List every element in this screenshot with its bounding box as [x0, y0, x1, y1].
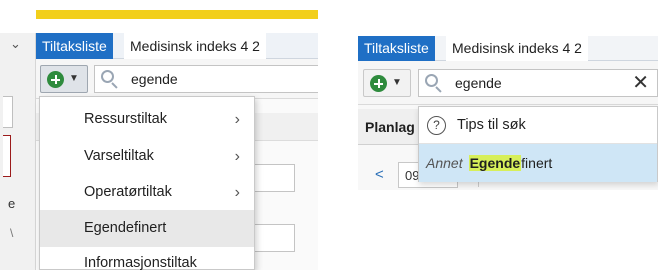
side-text-fragment: \	[10, 226, 14, 240]
tab-medisinsk-indeks[interactable]: Medisinsk indeks 4 2	[124, 33, 266, 59]
caret-down-icon: ▼	[69, 73, 79, 84]
menu-item-label: Operatørtiltak	[84, 184, 172, 200]
clear-search-icon[interactable]: ✕	[632, 72, 649, 94]
caret-down-icon: ▼	[392, 77, 402, 88]
side-field-fragment[interactable]	[3, 96, 13, 128]
tab-medisinsk-indeks[interactable]: Medisinsk indeks 4 2	[446, 36, 588, 61]
search-tips-item[interactable]: ? Tips til søk	[419, 107, 657, 144]
add-circle-icon	[47, 71, 64, 88]
brand-accent-bar	[36, 10, 318, 19]
add-circle-icon	[370, 75, 387, 92]
chevron-right-icon: ›	[234, 111, 240, 128]
add-button[interactable]: ▼	[363, 69, 411, 97]
search-icon	[425, 74, 445, 94]
menu-item-egendefinert[interactable]: Egendefinert	[40, 210, 254, 247]
tab-bar: Tiltaksliste Medisinsk indeks 4 2	[36, 33, 318, 59]
search-suggestions-dropdown: ? Tips til søk Annet Egendefinert	[418, 106, 658, 182]
menu-item-varseltiltak[interactable]: Varseltiltak ›	[40, 138, 254, 175]
search-field[interactable]: egende	[94, 65, 318, 93]
result-remainder: finert	[521, 155, 553, 171]
side-text-fragment: e	[8, 196, 16, 211]
search-field[interactable]: egende ✕	[418, 69, 658, 97]
search-tips-label: Tips til søk	[457, 117, 526, 133]
chevron-right-icon: ›	[234, 184, 240, 201]
right-screenshot-panel: Tiltaksliste Medisinsk indeks 4 2 ▼ egen…	[358, 36, 658, 190]
search-icon	[101, 70, 121, 90]
table-cell-input[interactable]	[251, 224, 295, 252]
menu-item-operatortiltak[interactable]: Operatørtiltak ›	[40, 174, 254, 211]
search-input[interactable]: egende	[455, 75, 502, 91]
tab-bar: Tiltaksliste Medisinsk indeks 4 2	[358, 36, 658, 61]
menu-item-label: Egendefinert	[84, 220, 167, 236]
result-match-highlight: Egende	[468, 155, 522, 171]
share-icon[interactable]: <	[375, 166, 384, 183]
tab-tiltaksliste[interactable]: Tiltaksliste	[358, 36, 435, 61]
result-category: Annet	[426, 155, 463, 171]
add-menu-dropdown: Ressurstiltak › Varseltiltak › Operatørt…	[39, 96, 255, 270]
menu-item-label: Ressurstiltak	[84, 111, 167, 127]
search-result-item[interactable]: Annet Egendefinert	[419, 144, 657, 182]
menu-item-label: Informasjonstiltak	[84, 255, 197, 270]
menu-item-label: Varseltiltak	[84, 148, 154, 164]
side-alert-fragment	[3, 135, 11, 177]
chevron-right-icon: ›	[234, 148, 240, 165]
menu-item-ressurstiltak[interactable]: Ressurstiltak ›	[40, 101, 254, 138]
left-screenshot-panel: ⌄ e \ Tiltaksliste Medisinsk indeks 4 2 …	[0, 0, 318, 270]
menu-item-informasjonstiltak[interactable]: Informasjonstiltak	[40, 245, 254, 270]
tab-tiltaksliste[interactable]: Tiltaksliste	[36, 33, 113, 59]
toolbar: ▼ egende	[36, 59, 318, 99]
chevron-down-icon[interactable]: ⌄	[10, 36, 21, 52]
add-button[interactable]: ▼	[40, 65, 88, 93]
search-input[interactable]: egende	[131, 71, 178, 87]
toolbar: ▼ egende ✕	[358, 61, 658, 105]
help-circle-icon: ?	[427, 116, 446, 135]
table-cell-input[interactable]	[251, 164, 295, 192]
